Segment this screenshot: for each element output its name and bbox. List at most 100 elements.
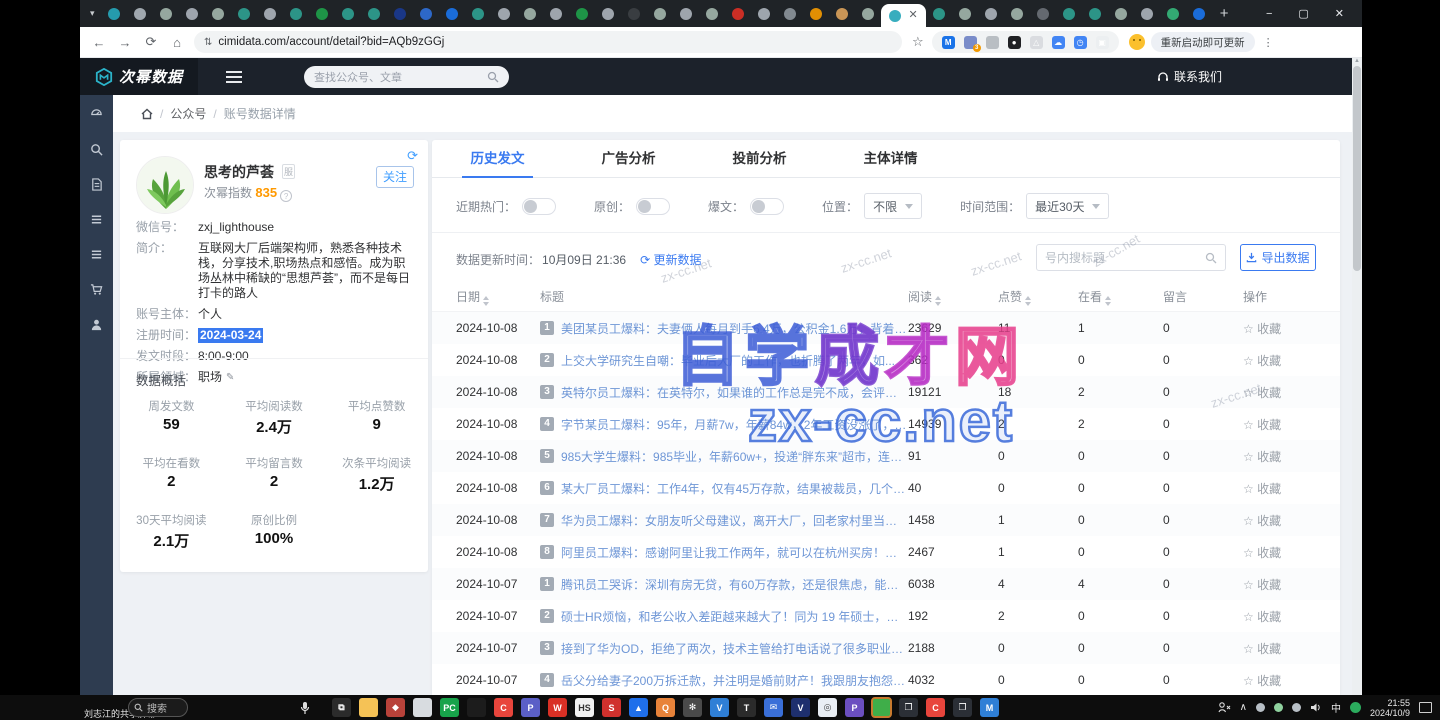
taskbar-icon-wps[interactable]: W xyxy=(548,698,567,717)
article-title-link[interactable]: 上交大学研究生自嘲：毕业后大厂的工作，也折腾了两年，如... xyxy=(561,352,895,369)
browser-tab[interactable] xyxy=(1141,8,1153,20)
info-icon[interactable]: ? xyxy=(280,190,292,202)
favorite-button[interactable]: ☆ 收藏 xyxy=(1243,576,1339,593)
window-close-button[interactable]: ✕ xyxy=(1335,7,1344,20)
taskbar-icon-file-explorer[interactable] xyxy=(359,698,378,717)
browser-menu-icon[interactable]: ⋮ xyxy=(1263,36,1275,49)
sidebar-item-list-3[interactable] xyxy=(90,212,104,226)
sidebar-item-cart[interactable] xyxy=(90,282,104,296)
browser-tab[interactable] xyxy=(1037,8,1049,20)
browser-tab[interactable] xyxy=(368,8,380,20)
tab-广告分析[interactable]: 广告分析 xyxy=(563,140,694,177)
article-title-link[interactable]: 华为员工爆料：女朋友听父母建议，离开大厂，回老家村里当老师，月薪1500... xyxy=(561,512,908,529)
breadcrumb-item-gzh[interactable]: 公众号 xyxy=(170,105,206,122)
back-button[interactable]: ← xyxy=(86,35,112,50)
browser-tab[interactable] xyxy=(238,8,250,20)
browser-tab[interactable] xyxy=(108,8,120,20)
column-header-阅读[interactable]: 阅读 xyxy=(908,288,998,306)
browser-tab[interactable] xyxy=(758,8,770,20)
home-icon[interactable] xyxy=(141,108,153,120)
sidebar-item-user[interactable] xyxy=(90,317,104,331)
ext-cloud[interactable]: ☁ xyxy=(1052,36,1065,49)
taskbar-icon-app-s[interactable]: S xyxy=(602,698,621,717)
select-不限[interactable]: 不限 xyxy=(864,193,922,219)
volume-icon[interactable] xyxy=(1310,702,1322,713)
favorite-button[interactable]: ☆ 收藏 xyxy=(1243,640,1339,657)
taskbar-icon-typora[interactable]: T xyxy=(737,698,756,717)
sort-icon[interactable] xyxy=(935,296,941,306)
sort-icon[interactable] xyxy=(1105,296,1111,306)
contact-us-link[interactable]: 联系我们 xyxy=(1157,68,1222,85)
browser-tab[interactable] xyxy=(784,8,796,20)
browser-tab[interactable] xyxy=(706,8,718,20)
tray-dot-1[interactable] xyxy=(1256,703,1265,712)
browser-tab[interactable] xyxy=(1115,8,1127,20)
browser-tab[interactable] xyxy=(654,8,666,20)
taskbar-icon-pycharm[interactable]: P xyxy=(521,698,540,717)
taskbar-icon-task-view[interactable]: ⧉ xyxy=(332,698,351,717)
reload-button[interactable]: ⟳ xyxy=(138,34,164,50)
taskbar-icon-compass[interactable]: ◎ xyxy=(818,698,837,717)
tab-投前分析[interactable]: 投前分析 xyxy=(694,140,825,177)
favorite-button[interactable]: ☆ 收藏 xyxy=(1243,384,1339,401)
tab-search-chevron-icon[interactable]: ▾ xyxy=(90,8,95,19)
sidebar-item-search[interactable] xyxy=(90,142,104,156)
browser-tab[interactable] xyxy=(628,8,640,20)
ext-badge3[interactable]: 3 xyxy=(964,36,977,49)
ext-gray[interactable] xyxy=(986,36,999,49)
browser-tab[interactable] xyxy=(1167,8,1179,20)
page-scrollbar[interactable]: ▲ xyxy=(1352,58,1362,695)
column-header-点赞[interactable]: 点赞 xyxy=(998,288,1078,306)
window-minimize-button[interactable]: − xyxy=(1266,8,1272,20)
taskbar-icon-app-p[interactable]: P xyxy=(845,698,864,717)
toggle-switch[interactable] xyxy=(750,198,784,215)
ext-m[interactable]: M xyxy=(942,36,955,49)
taskbar-icon-screen-share-1[interactable]: ❐ xyxy=(899,698,918,717)
scrollbar-thumb[interactable] xyxy=(1353,66,1361,271)
favorite-button[interactable]: ☆ 收藏 xyxy=(1243,416,1339,433)
browser-tab[interactable] xyxy=(342,8,354,20)
article-title-link[interactable]: 美团某员工爆料：夫妻俩人每月到手6.4万，公积金1.6万，背着房贷，工作累... xyxy=(561,320,908,337)
tab-主体详情[interactable]: 主体详情 xyxy=(825,140,956,177)
browser-tab[interactable] xyxy=(1089,8,1101,20)
sort-icon[interactable] xyxy=(483,296,489,306)
tray-dot-2[interactable] xyxy=(1274,703,1283,712)
ext-mountain[interactable]: △ xyxy=(1030,36,1043,49)
taskbar-icon-screen-share-2[interactable]: ❐ xyxy=(953,698,972,717)
article-title-link[interactable]: 阿里员工爆料：感谢阿里让我工作两年，就可以在杭州买房！不然的话，靠家... xyxy=(561,544,908,561)
ext-puzzle[interactable]: ▣ xyxy=(1096,36,1109,49)
browser-profile-avatar[interactable] xyxy=(1129,34,1145,50)
favorite-button[interactable]: ☆ 收藏 xyxy=(1243,352,1339,369)
export-data-button[interactable]: 导出数据 xyxy=(1240,244,1316,271)
microphone-icon[interactable] xyxy=(300,701,310,715)
favorite-button[interactable]: ☆ 收藏 xyxy=(1243,320,1339,337)
new-tab-button[interactable]: + xyxy=(1220,5,1229,22)
taskbar-icon-chrome-2[interactable]: C xyxy=(926,698,945,717)
browser-tab[interactable] xyxy=(186,8,198,20)
edit-pencil-icon[interactable]: ✎ xyxy=(226,370,234,385)
chrome-update-button[interactable]: 重新启动即可更新 xyxy=(1151,32,1255,52)
taskbar-icon-vscode[interactable]: V xyxy=(710,698,729,717)
column-header-在看[interactable]: 在看 xyxy=(1078,288,1163,306)
tab-历史发文[interactable]: 历史发文 xyxy=(432,140,563,177)
favorite-button[interactable]: ☆ 收藏 xyxy=(1243,544,1339,561)
browser-tab[interactable] xyxy=(602,8,614,20)
article-title-link[interactable]: 腾讯员工哭诉：深圳有房无贷，有60万存款，还是很焦虑，能找到30w的安稳... xyxy=(561,576,908,593)
browser-tab[interactable] xyxy=(524,8,536,20)
sidebar-item-document[interactable] xyxy=(90,177,104,191)
favorite-button[interactable]: ☆ 收藏 xyxy=(1243,512,1339,529)
taskbar-icon-search-orange[interactable]: Q xyxy=(656,698,675,717)
article-title-link[interactable]: 某大厂员工爆料：工作4年，仅有45万存款，结果被裁员，几个月都找不到工... xyxy=(561,480,908,497)
title-search-input[interactable]: 号内搜标题 xyxy=(1036,244,1226,271)
favorite-button[interactable]: ☆ 收藏 xyxy=(1243,672,1339,689)
refresh-data-link[interactable]: ⟳ 更新数据 xyxy=(640,251,701,268)
profile-refresh-icon[interactable]: ⟳ xyxy=(407,148,418,164)
taskbar-icon-pc-manager[interactable]: PC xyxy=(440,698,459,717)
taskbar-icon-huawei-hs[interactable]: HS xyxy=(575,698,594,717)
browser-tab[interactable] xyxy=(680,8,692,20)
browser-tab[interactable] xyxy=(212,8,224,20)
browser-tab[interactable] xyxy=(446,8,458,20)
site-settings-icon[interactable]: ⇅ xyxy=(204,37,211,48)
browser-tab[interactable] xyxy=(160,8,172,20)
browser-tab[interactable] xyxy=(810,8,822,20)
